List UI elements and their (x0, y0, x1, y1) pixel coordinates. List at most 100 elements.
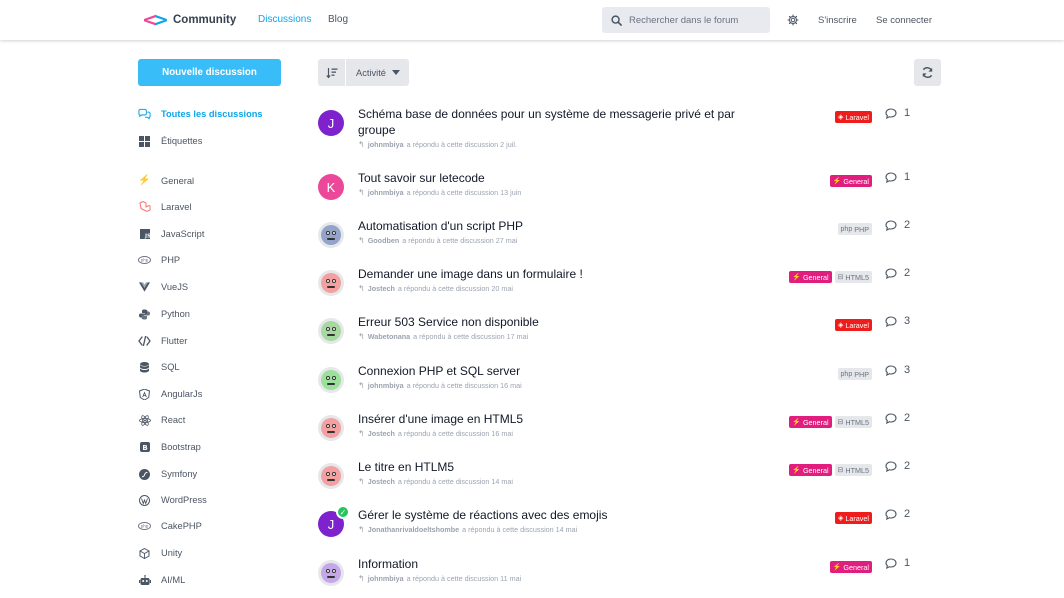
user-avatar[interactable] (318, 415, 344, 441)
meta-username[interactable]: johnmbiya (368, 188, 404, 197)
tag-laravel[interactable]: ◈ Laravel (835, 512, 872, 524)
meta-username[interactable]: Goodben (368, 236, 400, 245)
sidebar-item-flutter[interactable]: Flutter (138, 332, 187, 350)
nav-discussions[interactable]: Discussions (258, 14, 311, 25)
tag-html5[interactable]: ⊟ HTML5 (834, 271, 872, 283)
avatar-face (321, 370, 341, 390)
bolt-icon: ⚡ (832, 564, 842, 571)
tag-laravel[interactable]: ◈ Laravel (835, 111, 872, 123)
user-avatar[interactable]: K (318, 174, 344, 200)
laravel-icon: ◈ (838, 322, 844, 329)
reply-count: 2 (885, 267, 910, 279)
search-input[interactable]: Rechercher dans le forum (602, 7, 770, 33)
sidebar-item-wordpress[interactable]: WordPress (138, 491, 207, 509)
avatar-face (321, 225, 341, 245)
tag-label: PHP (854, 369, 869, 379)
tag-general[interactable]: ⚡ General (789, 416, 832, 428)
search-placeholder: Rechercher dans le forum (629, 14, 739, 26)
new-discussion-button[interactable]: Nouvelle discussion (138, 59, 281, 86)
user-avatar[interactable] (318, 367, 344, 393)
discussion-title[interactable]: Tout savoir sur letecode (358, 170, 758, 186)
reply-count-value: 1 (904, 557, 911, 569)
sidebar-item-symfony[interactable]: Symfony (138, 465, 197, 483)
meta-username[interactable]: Wabetonana (368, 332, 410, 341)
meta-action: a répondu à cette discussion 2 juil. (406, 140, 517, 149)
sidebar-item-python[interactable]: Python (138, 305, 190, 323)
tag-html5[interactable]: ⊟ HTML5 (834, 464, 872, 476)
discussion-title[interactable]: Gérer le système de réactions avec des e… (358, 507, 758, 523)
tag-laravel[interactable]: ◈ Laravel (835, 319, 872, 331)
laravel-icon (138, 201, 151, 214)
meta-username[interactable]: Jostech (368, 477, 395, 486)
avatar-eye (326, 472, 330, 476)
tag-general[interactable]: ⚡ General (789, 464, 832, 476)
tag-php[interactable]: php PHP (837, 368, 872, 380)
comment-bubble-icon (885, 460, 897, 472)
meta-username[interactable]: Jostech (368, 429, 395, 438)
sidebar-item-tags[interactable]: Étiquettes (138, 132, 202, 150)
discussion-title[interactable]: Automatisation d'un script PHP (358, 218, 758, 234)
robot-icon (138, 574, 151, 587)
tag-html5[interactable]: ⊟ HTML5 (834, 416, 872, 428)
avatar-eye (332, 376, 336, 380)
sidebar-item-vuejs[interactable]: VueJS (138, 278, 188, 296)
sidebar-item-general[interactable]: ⚡ General (138, 172, 194, 190)
sidebar-item-unity[interactable]: Unity (138, 544, 182, 562)
tag-general[interactable]: ⚡ General (789, 271, 832, 283)
discussion-tags: ⚡ General ⊟ HTML5 (786, 271, 872, 283)
user-avatar[interactable] (318, 222, 344, 248)
discussion-title[interactable]: Insérer d'une image en HTML5 (358, 411, 758, 427)
discussion-title[interactable]: Connexion PHP et SQL server (358, 363, 758, 379)
meta-username[interactable]: johnmbiya (368, 574, 404, 583)
refresh-button[interactable] (914, 59, 941, 86)
activity-dropdown[interactable]: Activité (346, 59, 409, 86)
tag-general[interactable]: ⚡ General (829, 561, 872, 573)
sidebar-item-javascript[interactable]: JS JavaScript (138, 225, 204, 243)
user-avatar[interactable] (318, 463, 344, 489)
nav-blog[interactable]: Blog (328, 14, 348, 25)
discussion-title[interactable]: Schéma base de données pour un système d… (358, 106, 758, 138)
php-icon: php (138, 254, 151, 267)
sidebar-item-label: SQL (161, 362, 180, 372)
sidebar-item-ai-ml[interactable]: AI/ML (138, 571, 185, 589)
meta-username[interactable]: johnmbiya (368, 381, 404, 390)
sidebar-item-bootstrap[interactable]: B Bootstrap (138, 438, 201, 456)
bolt-icon: ⚡ (832, 178, 842, 185)
tag-general[interactable]: ⚡ General (829, 175, 872, 187)
sidebar-item-all-discussions[interactable]: Toutes les discussions (138, 105, 263, 123)
caret-down-icon (391, 70, 400, 75)
sort-order-button[interactable] (318, 59, 345, 86)
logo-mark-icon: < > (142, 9, 169, 31)
signup-link[interactable]: S'inscrire (818, 15, 857, 26)
user-avatar[interactable] (318, 270, 344, 296)
tag-php[interactable]: php PHP (837, 223, 872, 235)
sidebar-item-php[interactable]: php PHP (138, 251, 180, 269)
meta-username[interactable]: Jostech (368, 284, 395, 293)
discussion-title[interactable]: Le titre en HTLM5 (358, 459, 758, 475)
meta-username[interactable]: Jonathanrivaldoeltshombe (368, 525, 459, 534)
meta-username[interactable]: johnmbiya (368, 140, 404, 149)
tag-label: HTML5 (845, 417, 869, 427)
sidebar-item-laravel[interactable]: Laravel (138, 198, 192, 216)
discussion-title[interactable]: Demander une image dans un formulaire ! (358, 266, 758, 282)
reply-arrow-icon: ↰ (358, 140, 365, 149)
login-link[interactable]: Se connecter (876, 15, 932, 26)
sidebar-item-cakephp[interactable]: php CakePHP (138, 517, 202, 535)
brand-name: Community (173, 14, 237, 26)
sidebar-item-react[interactable]: React (138, 411, 185, 429)
user-avatar[interactable] (318, 318, 344, 344)
discussion-title[interactable]: Erreur 503 Service non disponible (358, 314, 758, 330)
sidebar-item-label: WordPress (161, 495, 207, 505)
meta-action: a répondu à cette discussion 11 mai (406, 574, 522, 583)
tag-label: HTML5 (845, 465, 869, 475)
user-avatar[interactable]: J (318, 110, 344, 136)
sidebar-item-angularjs[interactable]: AngularJs (138, 385, 202, 403)
user-avatar[interactable] (318, 560, 344, 586)
discussion-meta: ↰ Jostech a répondu à cette discussion 14 … (358, 477, 513, 486)
gear-icon[interactable] (787, 13, 799, 31)
brand-logo[interactable]: < > Community (142, 9, 237, 31)
discussion-tags: ◈ Laravel (832, 111, 872, 123)
discussion-title[interactable]: Information (358, 556, 758, 572)
sidebar-item-sql[interactable]: SQL (138, 358, 180, 376)
avatar-mouth (327, 479, 335, 481)
